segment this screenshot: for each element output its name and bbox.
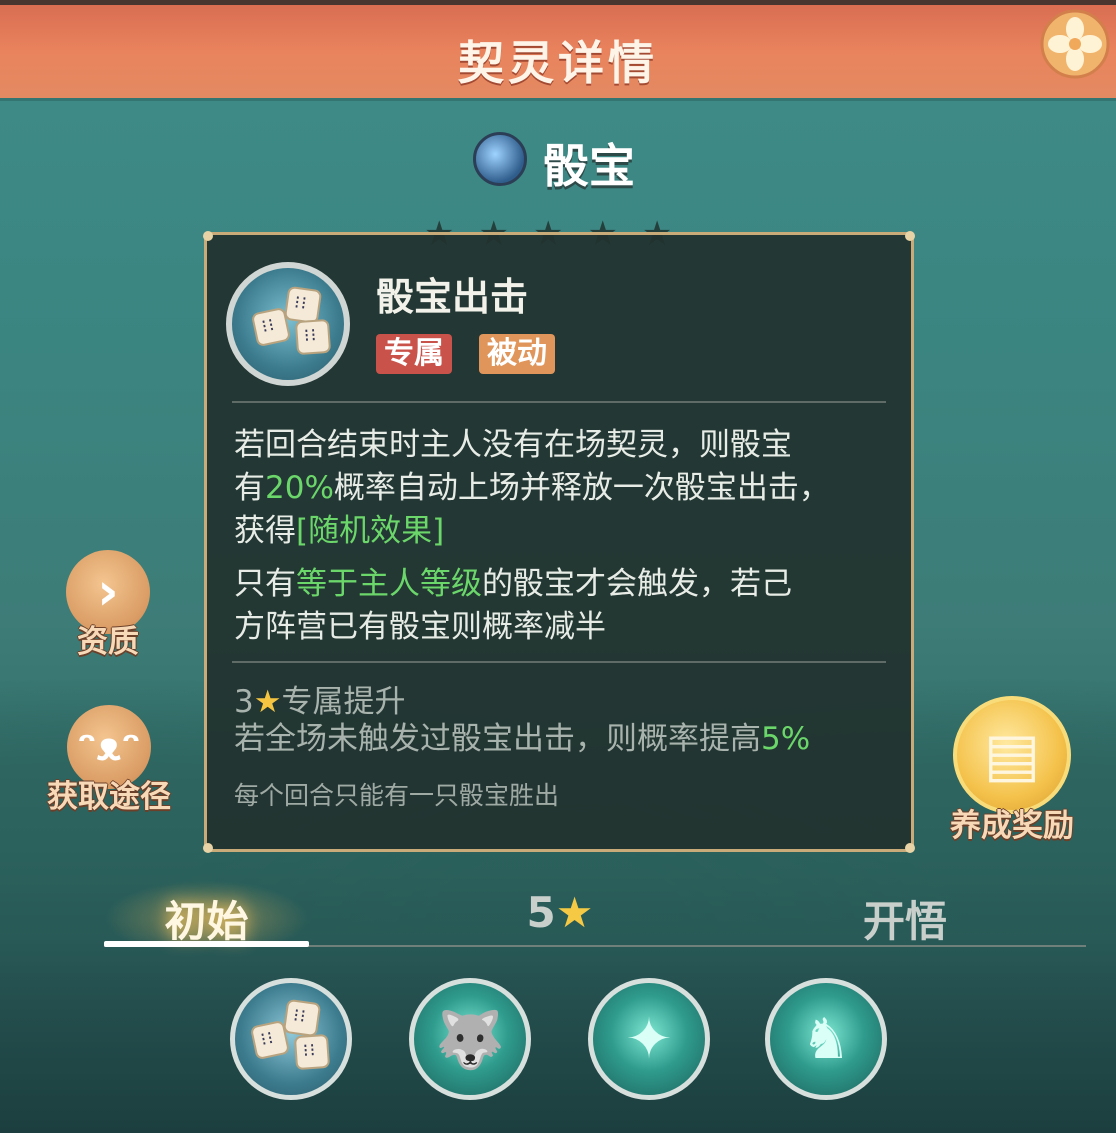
- star-icon: ★: [253, 684, 282, 720]
- upgrade-description: 若全场未触发过骰宝出击，则概率提高5%: [234, 721, 811, 757]
- reward-label: 养成奖励: [950, 808, 1074, 844]
- wolf-skill-icon[interactable]: 🐺: [409, 978, 531, 1100]
- desc-line: 若回合结束时主人没有在场契灵，则骰宝: [234, 427, 792, 463]
- close-flower-icon[interactable]: [1040, 9, 1110, 79]
- tab-initial[interactable]: 初始: [104, 888, 309, 949]
- divider: [232, 661, 886, 663]
- element-wind-icon: [473, 132, 527, 186]
- tab-five-star[interactable]: 5★: [480, 888, 640, 937]
- corner-ornament: [203, 843, 213, 853]
- chance-value: 20%: [265, 470, 334, 506]
- dice-skill-icon: [226, 262, 350, 386]
- corner-ornament: [905, 231, 915, 241]
- reward-button[interactable]: ▤ 养成奖励: [932, 696, 1092, 845]
- divider: [232, 401, 886, 403]
- star-icon: ★: [555, 888, 594, 937]
- burst-skill-icon[interactable]: ✦: [588, 978, 710, 1100]
- desc-line: 方阵营已有骰宝则概率减半: [234, 609, 606, 645]
- rule-note: 每个回合只能有一只骰宝胜出: [234, 781, 560, 810]
- exclusive-tag: 专属: [376, 334, 452, 374]
- desc-line: 只有等于主人等级的骰宝才会触发，若己: [234, 566, 792, 602]
- active-tab-indicator: [104, 941, 309, 947]
- tab-five-star-num: 5: [526, 888, 556, 937]
- upgrade-header: 3★专属提升: [234, 676, 406, 721]
- aptitude-button[interactable]: › 资质: [60, 550, 156, 661]
- page-title: 契灵详情: [458, 36, 658, 90]
- skill-name: 骰宝出击: [376, 275, 529, 319]
- tab-awaken[interactable]: 开悟: [820, 888, 990, 949]
- upgrade-title: 专属提升: [281, 684, 406, 720]
- pet-name: 骰宝: [543, 139, 635, 193]
- corner-ornament: [203, 231, 213, 241]
- random-effect-link[interactable]: [随机效果]: [296, 513, 444, 549]
- level-condition: 等于主人等级: [296, 566, 482, 602]
- source-label: 获取途径: [47, 779, 171, 815]
- dice-skill-icon[interactable]: [230, 978, 352, 1100]
- source-button[interactable]: ᵔᴥᵔ 获取途径: [36, 705, 182, 816]
- tab-bar: 初始 5★ 开悟: [0, 880, 1116, 950]
- upgrade-star-count: 3: [234, 684, 254, 720]
- desc-line: 获得[随机效果]: [234, 513, 445, 549]
- skill-description: 若回合结束时主人没有在场契灵，则骰宝 有20%概率自动上场并释放一次骰宝出击， …: [234, 424, 884, 553]
- beast-skill-icon[interactable]: ♞: [765, 978, 887, 1100]
- aptitude-label: 资质: [77, 624, 139, 660]
- passive-tag: 被动: [479, 334, 555, 374]
- desc-line: 有20%概率自动上场并释放一次骰宝出击，: [234, 470, 830, 506]
- upgrade-value: 5%: [761, 721, 811, 757]
- treasure-chest-icon: ▤: [953, 696, 1071, 814]
- skill-condition: 只有等于主人等级的骰宝才会触发，若己 方阵营已有骰宝则概率减半: [234, 563, 884, 649]
- title-bar: 契灵详情: [0, 0, 1116, 98]
- corner-ornament: [905, 843, 915, 853]
